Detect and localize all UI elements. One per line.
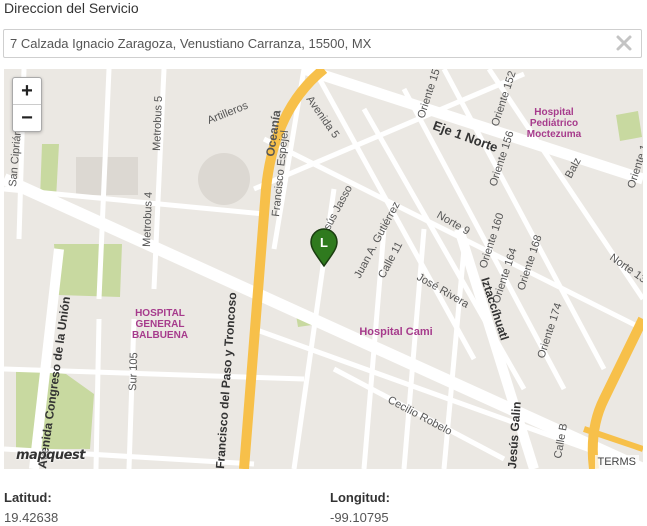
- map-tiles[interactable]: Oceanía Avenida 5 Artilleros Metrobus 5 …: [4, 69, 643, 469]
- latitude-value: 19.42638: [4, 510, 59, 525]
- poi-label: HOSPITAL: [135, 308, 185, 319]
- street-label: Cecilio Robelo: [386, 394, 454, 438]
- map[interactable]: Oceanía Avenida 5 Artilleros Metrobus 5 …: [4, 69, 643, 469]
- poi-label: Hospital: [534, 107, 574, 118]
- longitude-label: Longitud:: [330, 490, 390, 505]
- street-label: Norte 13: [607, 252, 643, 286]
- poi-label: Moctezuma: [527, 129, 582, 140]
- location-marker-icon[interactable]: L: [310, 228, 338, 268]
- avenue-eje1norte: [302, 69, 643, 185]
- poi-label: BALBUENA: [132, 330, 188, 341]
- street-label: Metrobus 4: [141, 192, 155, 247]
- zoom-out-button[interactable]: −: [13, 104, 41, 131]
- park-area: [616, 111, 642, 141]
- address-input[interactable]: [10, 30, 600, 57]
- street-label: Oriente 174: [535, 302, 564, 360]
- mapquest-logo: mapquest: [16, 448, 85, 463]
- poi-label: Hospital Cami: [359, 326, 432, 338]
- street-label: Avenida 5: [304, 94, 342, 141]
- clear-address-icon[interactable]: [613, 32, 635, 54]
- longitude-value: -99.10795: [330, 510, 389, 525]
- address-field-container: [3, 29, 642, 58]
- highway-oceania: [239, 69, 328, 469]
- poi-label: GENERAL: [136, 319, 185, 330]
- zoom-in-button[interactable]: +: [13, 78, 41, 104]
- terms-link[interactable]: TERMS: [594, 455, 639, 469]
- park-area: [54, 244, 122, 297]
- street-label: Francisco del Paso y Troncoso: [213, 292, 239, 469]
- street-label: Sur 105: [127, 352, 140, 391]
- service-address-label: Direccion del Servicio: [4, 0, 139, 16]
- stadium-block: [198, 153, 250, 205]
- street-label: Oriente 168: [515, 234, 544, 292]
- latitude-label: Latitud:: [4, 490, 52, 505]
- poi-label: Pediátrico: [530, 118, 578, 129]
- marker-letter: L: [320, 235, 328, 250]
- street-label: Artilleros: [206, 99, 251, 126]
- street-label: Metrobus 5: [151, 96, 165, 151]
- zoom-control: + −: [12, 77, 42, 132]
